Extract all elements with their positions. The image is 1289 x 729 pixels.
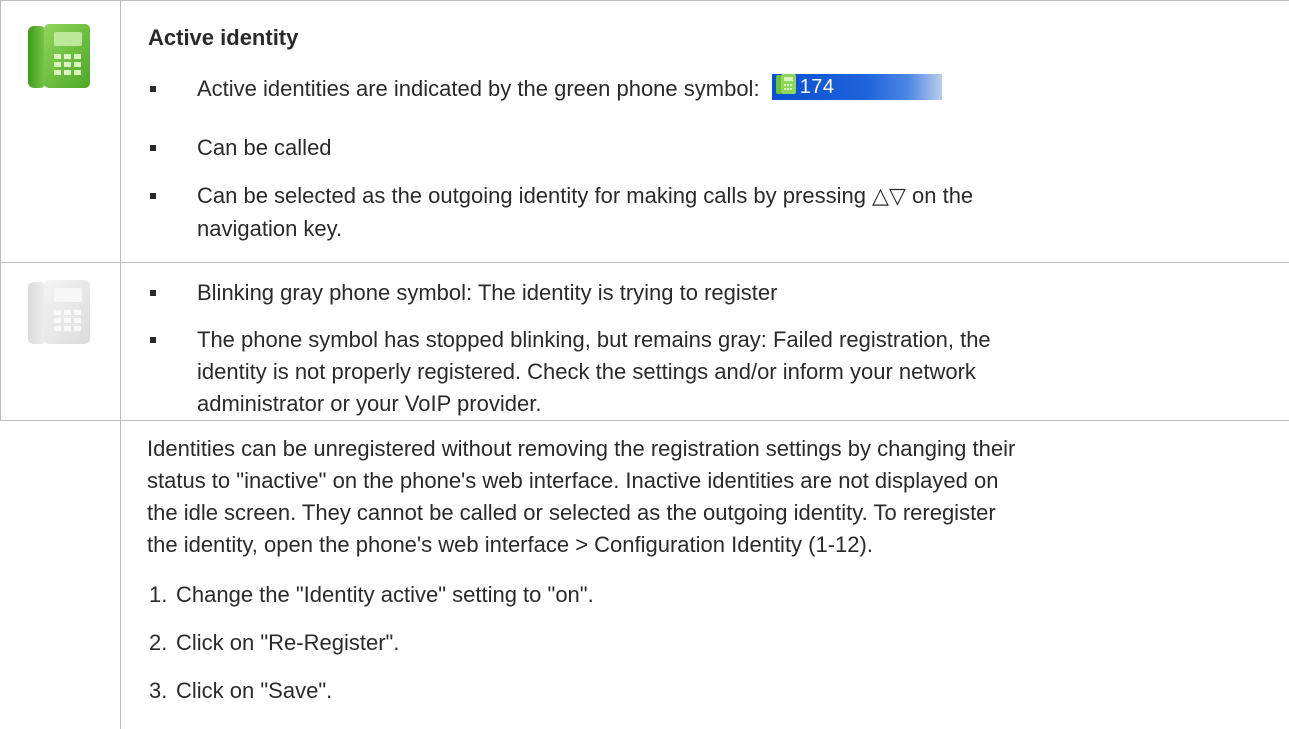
row3-paragraph-line2: status to "inactive" on the phone's web … xyxy=(147,468,999,493)
step-text: Click on "Re-Register". xyxy=(176,630,400,655)
table-column-divider xyxy=(120,0,121,729)
row1-bullet1: Active identities are indicated by the g… xyxy=(197,72,942,105)
step-text: Change the "Identity active" setting to … xyxy=(176,582,594,607)
row2-bullet1: Blinking gray phone symbol: The identity… xyxy=(197,280,778,305)
row2-bullet2-line1: The phone symbol has stopped blinking, b… xyxy=(197,327,991,352)
row1-bullet3-line2: navigation key. xyxy=(197,216,343,241)
row1-bullet3-line1: Can be selected as the outgoing identity… xyxy=(197,183,974,208)
row2-bottom-border xyxy=(0,420,1289,421)
step-number: 1. xyxy=(149,582,168,607)
row1-bullet2: Can be called xyxy=(197,135,332,160)
bullet-marker xyxy=(150,290,156,296)
row2-bullet2-line2: identity is not properly registered. Che… xyxy=(197,359,976,384)
identity-badge: 174 xyxy=(771,73,942,102)
bullet-marker xyxy=(150,86,156,92)
table-left-border xyxy=(0,0,1,420)
mini-green-phone-icon xyxy=(775,73,797,102)
row3-paragraph-line1: Identities can be unregistered without r… xyxy=(147,436,1016,461)
row1-heading: Active identity xyxy=(148,25,299,50)
bullet-marker xyxy=(150,145,156,151)
step-number: 2. xyxy=(149,630,168,655)
row2-bullet2-line3: administrator or your VoIP provider. xyxy=(197,391,542,416)
table-top-border xyxy=(0,0,1289,1)
identity-number: 174 xyxy=(799,76,835,99)
row3-paragraph-line3: the idle screen. They cannot be called o… xyxy=(147,500,996,525)
step-text: Click on "Save". xyxy=(176,678,333,703)
row1-bottom-border xyxy=(0,262,1289,263)
green-phone-icon xyxy=(26,22,92,95)
bullet-marker xyxy=(150,337,156,343)
row3-paragraph-line4: the identity, open the phone's web inter… xyxy=(147,532,873,557)
gray-phone-icon xyxy=(26,278,92,351)
document-page: Active identity Active identities are in… xyxy=(0,0,1289,729)
bullet-marker xyxy=(150,193,156,199)
step-number: 3. xyxy=(149,678,168,703)
row1-bullet1-text: Active identities are indicated by the g… xyxy=(197,76,760,101)
